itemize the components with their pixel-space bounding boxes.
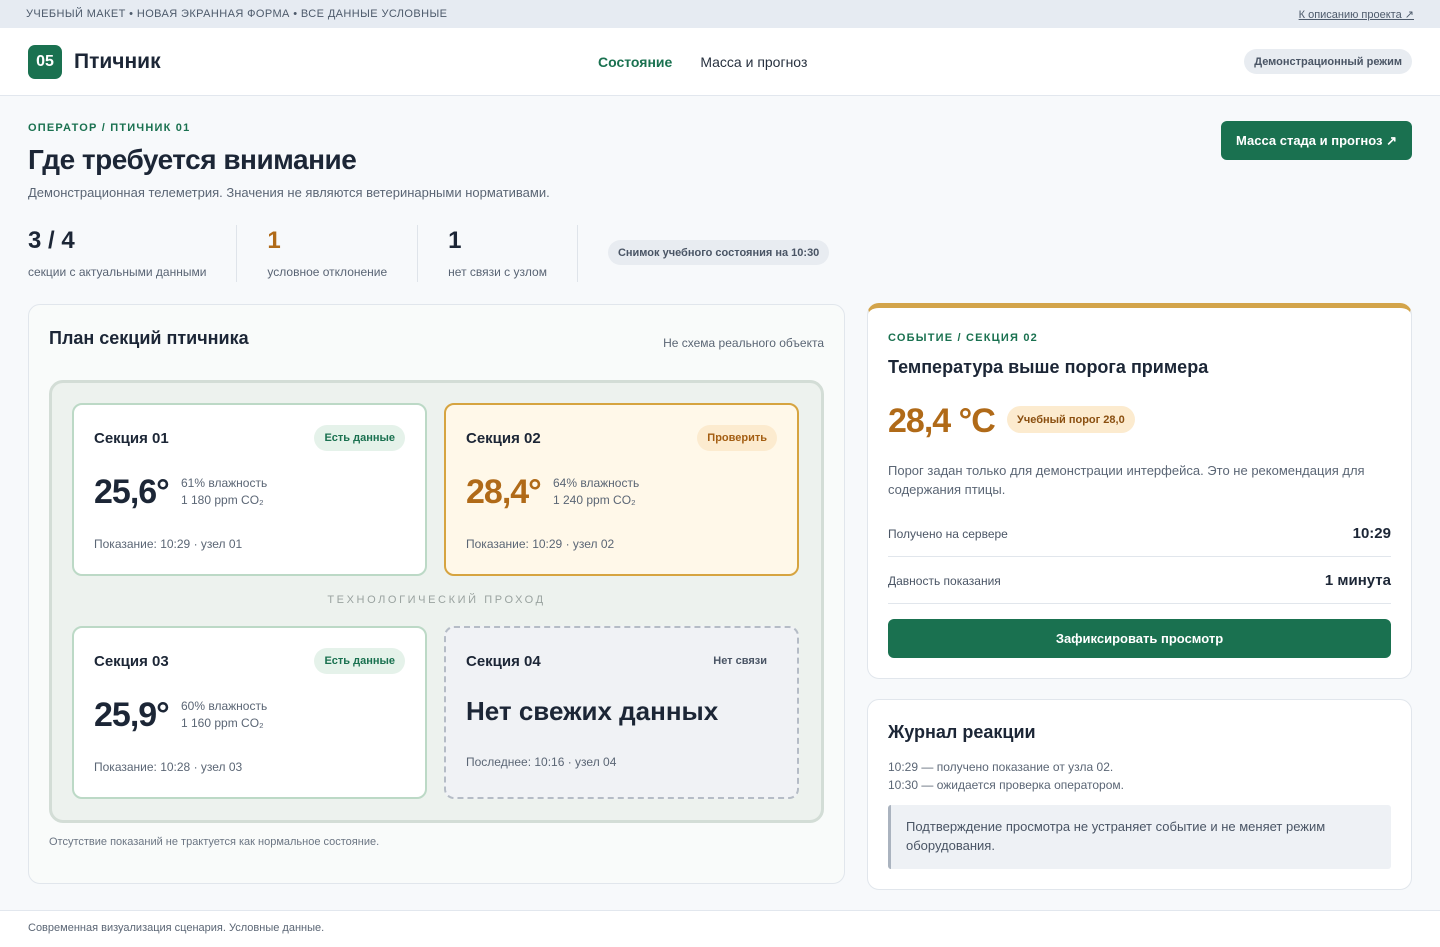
event-description: Порог задан только для демонстрации инте… <box>888 463 1365 497</box>
section-plan-panel: План секций птичника Не схема реального … <box>28 304 845 884</box>
journal-title: Журнал реакции <box>888 722 1036 742</box>
page-subtitle: Демонстрационная телеметрия. Значения не… <box>28 185 550 200</box>
event-row-age: Давность показания 1 минута <box>888 558 1391 604</box>
main-nav: Состояние Масса и прогноз <box>598 28 807 96</box>
section-reading-time: Показание: 10:28 · узел 03 <box>94 760 243 774</box>
threshold-badge: Учебный порог 28,0 <box>1007 406 1135 433</box>
row-value: 1 минута <box>1324 572 1391 589</box>
nav-item-mass-forecast[interactable]: Масса и прогноз <box>700 54 807 70</box>
corridor-label: ТЕХНОЛОГИЧЕСКИЙ ПРОХОД <box>327 594 546 606</box>
section-name: Секция 04 <box>466 653 541 670</box>
section-humidity: 60% влажность <box>181 699 268 713</box>
section-reading-time: Показание: 10:29 · узел 02 <box>466 537 615 551</box>
mass-forecast-button[interactable]: Масса стада и прогноз ↗ <box>1221 121 1412 160</box>
stat-value: 1 <box>267 227 281 254</box>
section-co2: 1 240 ppm CO₂ <box>553 493 636 507</box>
section-reading-time: Последнее: 10:16 · узел 04 <box>466 755 617 769</box>
plan-title: План секций птичника <box>49 328 249 348</box>
logo[interactable]: 05 Птичник <box>28 44 161 79</box>
plan-footnote: Отсутствие показаний не трактуется как н… <box>49 836 380 848</box>
status-badge: Проверить <box>697 425 777 451</box>
reaction-log-card: Журнал реакции 10:29 — получено показани… <box>867 699 1412 890</box>
page-footer: Современная визуализация сценария. Услов… <box>0 910 1440 947</box>
section-name: Секция 01 <box>94 430 169 447</box>
snapshot-badge: Снимок учебного состояния на 10:30 <box>607 240 830 265</box>
section-metrics: 60% влажность 1 160 ppm CO₂ <box>181 698 267 732</box>
summary-stats: 3 / 4 секции с актуальными данными 1 усл… <box>28 225 830 282</box>
section-card-01[interactable]: Секция 01 Есть данные 25,6° 61% влажност… <box>72 403 427 576</box>
stat-label: секции с актуальными данными <box>28 265 207 279</box>
stat-label: нет связи с узлом <box>448 265 547 279</box>
row-value: 10:29 <box>1352 525 1391 542</box>
section-temperature: 25,9° <box>94 696 170 734</box>
stat-label: условное отклонение <box>267 265 388 279</box>
status-badge: Нет связи <box>713 655 767 667</box>
section-card-03[interactable]: Секция 03 Есть данные 25,9° 60% влажност… <box>72 626 427 799</box>
floor-plan: Секция 01 Есть данные 25,6° 61% влажност… <box>49 380 824 823</box>
app-header: 05 Птичник Состояние Масса и прогноз Дем… <box>0 28 1440 96</box>
section-card-02[interactable]: Секция 02 Проверить 28,4° 64% влажность … <box>444 403 799 576</box>
section-temperature: 28,4° <box>466 473 542 511</box>
no-data-message: Нет свежих данных <box>466 696 719 726</box>
status-badge: Есть данные <box>314 648 405 674</box>
status-badge: Есть данные <box>314 425 405 451</box>
event-row-received: Получено на сервере 10:29 <box>888 511 1391 557</box>
page-title: Где требуется внимание <box>28 144 357 175</box>
acknowledge-button[interactable]: Зафиксировать просмотр <box>888 619 1391 658</box>
journal-note: Подтверждение просмотра не устраняет соб… <box>888 805 1391 869</box>
stat-no-link: 1 нет связи с узлом <box>448 225 578 282</box>
event-title: Температура выше порога примера <box>888 357 1209 377</box>
stat-actual-sections: 3 / 4 секции с актуальными данными <box>28 225 238 282</box>
section-name: Секция 02 <box>466 430 541 447</box>
demo-banner: УЧЕБНЫЙ МАКЕТ • НОВАЯ ЭКРАННАЯ ФОРМА • В… <box>0 0 1440 28</box>
journal-entries: 10:29 — получено показание от узла 02. 1… <box>888 758 1124 794</box>
section-metrics: 64% влажность 1 240 ppm CO₂ <box>553 475 639 509</box>
app-name: Птичник <box>74 49 161 73</box>
journal-entry: 10:30 — ожидается проверка оператором. <box>888 778 1124 792</box>
logo-badge: 05 <box>28 44 62 79</box>
event-temperature: 28,4 °C <box>888 402 996 440</box>
stat-deviation: 1 условное отклонение <box>267 225 419 282</box>
section-humidity: 61% влажность <box>181 476 268 490</box>
event-card: СОБЫТИЕ / СЕКЦИЯ 02 Температура выше пор… <box>867 303 1412 679</box>
section-reading-time: Показание: 10:29 · узел 01 <box>94 537 243 551</box>
journal-entry: 10:29 — получено показание от узла 02. <box>888 760 1114 774</box>
demo-mode-badge: Демонстрационный режим <box>1244 49 1412 74</box>
plan-note: Не схема реального объекта <box>663 336 824 350</box>
demo-notice: УЧЕБНЫЙ МАКЕТ • НОВАЯ ЭКРАННАЯ ФОРМА • В… <box>26 8 448 20</box>
nav-item-status[interactable]: Состояние <box>598 54 672 70</box>
row-key: Получено на сервере <box>888 526 1008 541</box>
section-humidity: 64% влажность <box>553 476 640 490</box>
stat-value: 1 <box>448 227 462 254</box>
breadcrumb: ОПЕРАТОР / ПТИЧНИК 01 <box>28 122 191 134</box>
project-description-link[interactable]: К описанию проекта ↗ <box>1299 8 1414 21</box>
section-metrics: 61% влажность 1 180 ppm CO₂ <box>181 475 267 509</box>
section-name: Секция 03 <box>94 653 169 670</box>
section-card-04[interactable]: Секция 04 Нет связи Нет свежих данных По… <box>444 626 799 799</box>
section-temperature: 25,6° <box>94 473 170 511</box>
stat-value: 3 / 4 <box>28 227 75 254</box>
row-key: Давность показания <box>888 573 1001 588</box>
event-breadcrumb: СОБЫТИЕ / СЕКЦИЯ 02 <box>888 332 1038 344</box>
section-co2: 1 180 ppm CO₂ <box>181 493 264 507</box>
section-co2: 1 160 ppm CO₂ <box>181 716 264 730</box>
